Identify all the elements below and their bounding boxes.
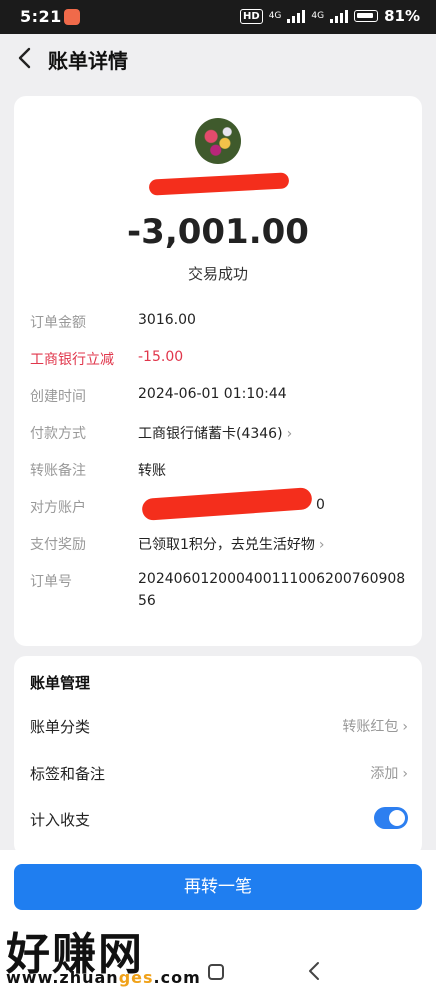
tags-label: 标签和备注 [30, 765, 106, 783]
transaction-status: 交易成功 [187, 265, 248, 283]
signal-icon [287, 9, 306, 23]
hd-icon: HD [240, 8, 263, 24]
detail-row-payment-reward[interactable]: 支付奖励 已领取1积分，去兑生活好物 › [30, 534, 410, 571]
network-type-2: 4G [311, 10, 325, 21]
row-value: 3016.00 [138, 312, 196, 328]
chevron-right-icon: › [402, 766, 408, 782]
transfer-again-button[interactable]: 再转一笔 [14, 864, 422, 910]
category-label: 账单分类 [30, 718, 91, 736]
include-label: 计入收支 [30, 811, 91, 829]
row-label: 转账备注 [30, 463, 86, 479]
battery-icon [354, 10, 379, 22]
row-value: 20240601200040011100620076090856 [138, 571, 406, 609]
system-nav-bar [0, 952, 436, 1000]
category-value: 转账红包 [342, 719, 399, 735]
signal-icon-2 [330, 9, 349, 23]
category-row[interactable]: 账单分类 转账红包 › [30, 716, 408, 740]
chevron-right-icon: › [318, 537, 325, 553]
detail-row-created-time: 创建时间 2024-06-01 01:10:44 [30, 386, 410, 423]
section-title: 账单管理 [30, 674, 91, 692]
home-square-icon[interactable] [208, 964, 224, 980]
app-notification-icon [64, 9, 80, 25]
nav-back-icon[interactable] [306, 960, 322, 982]
include-toggle[interactable] [374, 807, 408, 829]
detail-row-payment-method[interactable]: 付款方式 工商银行储蓄卡(4346) › [30, 423, 410, 460]
row-label: 付款方式 [30, 426, 86, 442]
bill-management-card: 账单管理 账单分类 转账红包 › 标签和备注 添加 › 计入收支 [14, 656, 422, 856]
detail-row-bank-discount: 工商银行立减 -15.00 [30, 349, 410, 386]
detail-row-order-number: 订单号 20240601200040011100620076090856 [30, 571, 410, 631]
row-value: 2024-06-01 01:10:44 [138, 386, 287, 402]
row-label: 工商银行立减 [30, 352, 114, 368]
status-time: 5:21 [20, 7, 62, 26]
row-value: 转账 [138, 463, 166, 479]
page-title: 账单详情 [48, 49, 128, 73]
chevron-right-icon: › [286, 426, 293, 442]
tags-notes-row[interactable]: 标签和备注 添加 › [30, 763, 408, 787]
row-value: 已领取1积分，去兑生活好物 [138, 537, 315, 553]
include-in-budget-row: 计入收支 [30, 807, 408, 833]
chevron-right-icon: › [402, 719, 408, 735]
tags-value: 添加 [370, 766, 399, 782]
page-header: 账单详情 [0, 34, 436, 84]
row-value: -15.00 [138, 349, 184, 365]
row-value: 工商银行储蓄卡(4346) [138, 426, 283, 442]
row-label: 支付奖励 [30, 537, 86, 553]
detail-row-transfer-note: 转账备注 转账 [30, 460, 410, 497]
row-label: 订单金额 [30, 315, 86, 331]
detail-row-order-amount: 订单金额 3016.00 [30, 312, 410, 349]
transaction-amount: -3,001.00 [127, 212, 309, 252]
payee-avatar [195, 118, 241, 164]
redaction-mark [148, 172, 290, 196]
network-type-1: 4G [268, 10, 282, 21]
status-bar: 5:21 HD 4G 4G 81% [0, 0, 436, 34]
row-value: 0 [316, 497, 325, 513]
detail-row-counterparty: 对方账户 0 [30, 487, 410, 534]
status-icons: HD 4G 4G 81% [240, 7, 420, 25]
battery-percent: 81% [384, 7, 420, 25]
row-label: 对方账户 [30, 500, 86, 516]
detail-rows: 订单金额 3016.00 工商银行立减 -15.00 创建时间 2024-06-… [30, 312, 410, 631]
row-label: 创建时间 [30, 389, 86, 405]
bill-detail-card: -3,001.00 交易成功 订单金额 3016.00 工商银行立减 -15.0… [14, 96, 422, 646]
back-arrow-icon[interactable] [14, 46, 38, 70]
row-label: 订单号 [30, 574, 72, 590]
